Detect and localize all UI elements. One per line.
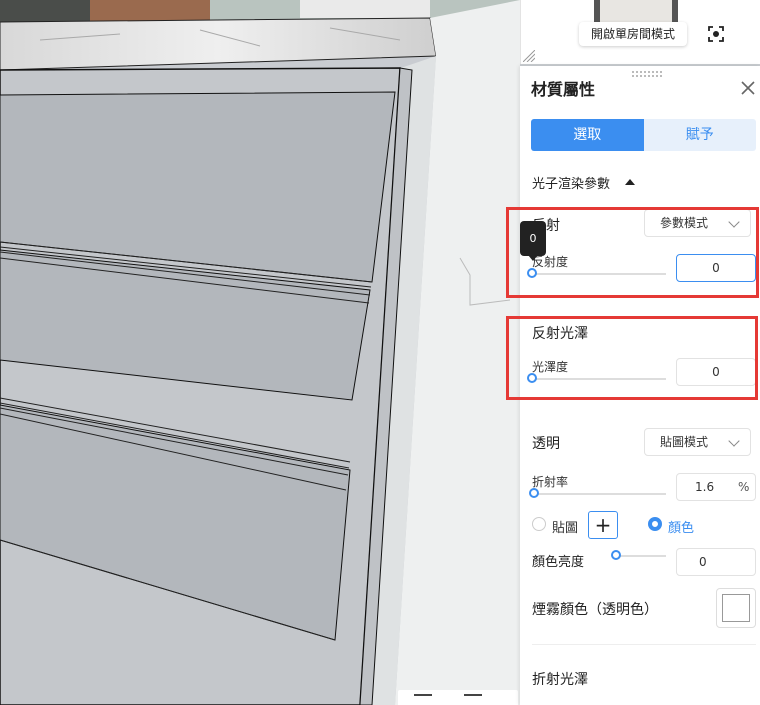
color-brightness-label: 顏色亮度	[532, 555, 585, 570]
panel-drag-handle[interactable]	[632, 71, 662, 77]
view-toolbar	[398, 690, 518, 705]
fog-color-label: 煙霧顏色（透明色）	[532, 602, 658, 618]
refraction-index-slider-handle[interactable]	[529, 488, 539, 498]
close-icon[interactable]	[740, 80, 756, 96]
color-brightness-input[interactable]: 0	[676, 548, 756, 576]
panel-title: 材質屬性	[531, 80, 596, 99]
3d-viewport[interactable]	[0, 0, 520, 705]
wall-view-icon[interactable]	[414, 694, 432, 705]
transparency-label: 透明	[532, 436, 560, 452]
tab-select[interactable]: 選取	[531, 119, 644, 151]
material-properties-panel: 材質屬性 選取 賦予 光子渲染參數 反射 參數模式 反射度 0 0 反射光澤 光…	[506, 66, 760, 705]
texture-radio[interactable]	[532, 517, 546, 531]
refraction-index-slider[interactable]	[532, 493, 666, 495]
color-brightness-slider[interactable]	[614, 555, 666, 557]
color-brightness-slider-handle[interactable]	[611, 550, 621, 560]
fog-color-swatch[interactable]	[716, 588, 756, 628]
color-option-label: 顏色	[668, 521, 695, 536]
section-photon-render-params[interactable]: 光子渲染參數	[532, 173, 610, 192]
resize-grip-icon[interactable]	[523, 50, 535, 62]
mode-tabs: 選取 賦予	[531, 119, 756, 151]
floorplan-minimap: 開啟單房間模式	[520, 0, 760, 64]
percent-unit: %	[738, 480, 750, 494]
highlight-box-reflection	[506, 207, 759, 298]
refraction-index-label: 折射率	[532, 475, 569, 489]
focus-icon[interactable]	[705, 23, 727, 45]
caret-up-icon[interactable]	[625, 179, 635, 185]
transparency-mode-select[interactable]: 貼圖模式	[644, 428, 751, 456]
transparency-mode-value: 貼圖模式	[660, 435, 709, 449]
refraction-index-value: 1.6	[695, 480, 715, 494]
divider	[532, 644, 756, 645]
color-brightness-value: 0	[699, 555, 707, 569]
refraction-gloss-label: 折射光澤	[532, 672, 588, 688]
highlight-box-gloss	[506, 316, 758, 400]
single-room-mode-button[interactable]: 開啟單房間模式	[579, 22, 687, 46]
chevron-down-icon	[728, 435, 740, 447]
add-texture-button[interactable]: +	[588, 511, 618, 539]
tab-assign[interactable]: 賦予	[643, 119, 756, 151]
color-radio[interactable]	[648, 517, 662, 531]
texture-option-label: 貼圖	[552, 521, 579, 536]
cabinet-scene	[0, 0, 520, 705]
top-view-icon[interactable]	[464, 694, 482, 705]
